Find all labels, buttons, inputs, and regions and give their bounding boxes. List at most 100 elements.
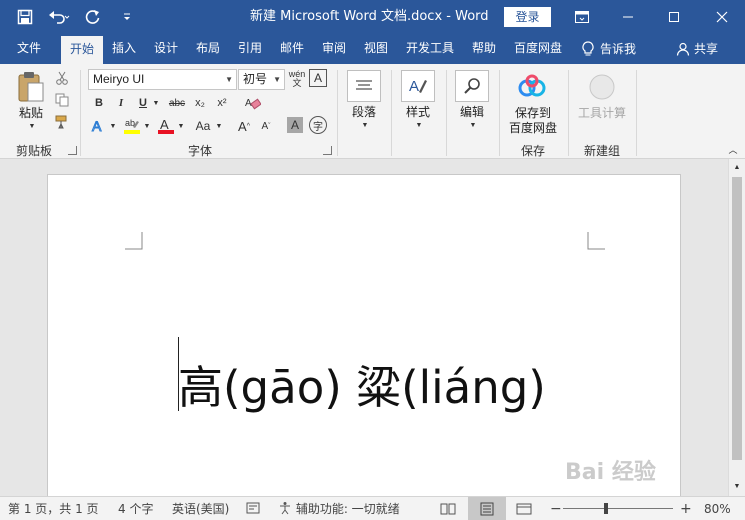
- minimize-button[interactable]: [605, 0, 651, 33]
- customize-qat-button[interactable]: [112, 0, 142, 33]
- superscript-button[interactable]: x²: [213, 94, 231, 112]
- editing-button[interactable]: [455, 70, 489, 102]
- accessibility-label: 辅助功能: 一切就绪: [295, 502, 400, 516]
- close-icon: [716, 11, 728, 22]
- strikethrough-button[interactable]: abc: [166, 94, 188, 112]
- tab-view[interactable]: 视图: [358, 33, 394, 64]
- undo-button[interactable]: [44, 0, 74, 33]
- paste-button[interactable]: [14, 70, 48, 104]
- group-separator: [568, 70, 569, 156]
- font-dialog-launcher[interactable]: [323, 146, 332, 155]
- document-area[interactable]: 高(gāo) 粱(liáng) Bai 经验: [0, 159, 728, 496]
- format-painter-button[interactable]: [54, 114, 70, 130]
- accessibility-checker[interactable]: 辅助功能: 一切就绪: [278, 497, 400, 520]
- underline-button[interactable]: U: [134, 94, 152, 112]
- font-color-dropdown[interactable]: ▼: [176, 120, 186, 132]
- clipboard-dialog-launcher[interactable]: [68, 146, 77, 155]
- ribbon-display-options-button[interactable]: [559, 0, 605, 33]
- tab-references[interactable]: 引用: [232, 33, 268, 64]
- scroll-up-button[interactable]: ▲: [732, 162, 742, 172]
- tool-calc-label: 工具计算: [577, 106, 626, 120]
- zoom-in-button[interactable]: +: [680, 497, 692, 520]
- language-indicator[interactable]: 英语(美国): [172, 497, 229, 520]
- underline-dropdown[interactable]: ▼: [151, 94, 161, 112]
- subscript-button[interactable]: x₂: [191, 94, 209, 112]
- login-button[interactable]: 登录: [504, 7, 551, 27]
- tab-insert[interactable]: 插入: [106, 33, 142, 64]
- maximize-button[interactable]: [651, 0, 697, 33]
- share-button[interactable]: 共享: [676, 33, 718, 64]
- tool-calc-button[interactable]: [587, 72, 617, 102]
- save-button[interactable]: [10, 0, 40, 33]
- document-text[interactable]: 高(gāo) 粱(liáng): [178, 351, 546, 416]
- vertical-scrollbar[interactable]: ▲ ▼: [728, 159, 745, 496]
- save-to-baidu-button[interactable]: [516, 72, 548, 102]
- tab-review[interactable]: 审阅: [316, 33, 352, 64]
- caret-up-icon: ^: [246, 122, 250, 130]
- highlight-dropdown[interactable]: ▼: [142, 120, 152, 132]
- print-layout-button[interactable]: [468, 497, 506, 520]
- zoom-level[interactable]: 80%: [704, 497, 731, 520]
- tab-file[interactable]: 文件: [6, 33, 52, 64]
- scroll-down-button[interactable]: ▼: [732, 481, 742, 491]
- paste-dropdown[interactable]: ▼: [26, 122, 38, 130]
- page-count[interactable]: 第 1 页，共 1 页: [8, 497, 99, 520]
- paragraph-button[interactable]: [347, 70, 381, 102]
- document-page[interactable]: 高(gāo) 粱(liáng): [47, 174, 681, 496]
- font-color-button[interactable]: A: [156, 116, 176, 136]
- char-border-button[interactable]: A: [309, 69, 327, 87]
- redo-button[interactable]: [78, 0, 108, 33]
- zoom-slider[interactable]: [563, 497, 673, 520]
- group-separator: [391, 70, 392, 156]
- minimize-icon: [623, 16, 633, 17]
- styles-button[interactable]: A: [401, 70, 435, 102]
- tab-home[interactable]: 开始: [61, 36, 103, 64]
- zoom-slider-thumb[interactable]: [603, 503, 608, 514]
- cut-button[interactable]: [54, 70, 70, 86]
- change-case-dropdown[interactable]: ▼: [214, 120, 224, 132]
- undo-icon: [49, 10, 70, 24]
- font-size-select[interactable]: 初号 ▼: [238, 69, 285, 90]
- web-layout-button[interactable]: [516, 497, 532, 520]
- tab-mailings[interactable]: 邮件: [274, 33, 310, 64]
- phonetic-guide-button[interactable]: wén 文: [288, 69, 306, 89]
- tab-design[interactable]: 设计: [148, 33, 184, 64]
- enclose-characters-button[interactable]: 字: [309, 116, 327, 134]
- change-case-button[interactable]: Aa: [191, 116, 215, 136]
- macro-recording-button[interactable]: [246, 497, 260, 520]
- paragraph-label: 段落: [351, 105, 376, 119]
- text-effects-button[interactable]: A: [90, 116, 108, 136]
- tab-layout[interactable]: 布局: [190, 33, 226, 64]
- shrink-font-button[interactable]: Aˇ: [258, 116, 274, 136]
- char-shading-button[interactable]: A: [287, 117, 303, 133]
- copy-button[interactable]: [54, 92, 70, 108]
- clear-formatting-button[interactable]: A: [244, 94, 262, 112]
- chevron-down-icon: ▼: [225, 75, 233, 84]
- grow-font-button[interactable]: A ^: [236, 116, 252, 136]
- bold-button[interactable]: B: [90, 94, 108, 112]
- highlight-button[interactable]: ab: [122, 116, 142, 136]
- tell-me-box[interactable]: 告诉我: [582, 33, 636, 64]
- macro-icon: [246, 502, 260, 514]
- paragraph-dropdown[interactable]: ▼: [359, 121, 371, 129]
- tab-developer[interactable]: 开发工具: [400, 33, 460, 64]
- read-mode-button[interactable]: [440, 497, 456, 520]
- close-button[interactable]: [699, 0, 745, 33]
- scrollbar-thumb[interactable]: [732, 177, 742, 460]
- new-group-label: 新建组: [583, 144, 620, 158]
- customize-icon: [124, 13, 130, 20]
- italic-button[interactable]: I: [112, 94, 130, 112]
- clipboard-icon: [18, 72, 44, 102]
- tab-baidu-netdisk[interactable]: 百度网盘: [508, 33, 568, 64]
- zoom-out-button[interactable]: −: [550, 497, 562, 520]
- font-name-select[interactable]: Meiryo UI ▼: [88, 69, 237, 90]
- font-group-label: 字体: [187, 144, 212, 158]
- collapse-ribbon-button[interactable]: ︿: [727, 144, 739, 155]
- tab-help[interactable]: 帮助: [466, 33, 502, 64]
- word-count[interactable]: 4 个字: [118, 497, 153, 520]
- chevron-up-icon: ︿: [728, 144, 738, 155]
- text-effects-dropdown[interactable]: ▼: [108, 120, 118, 132]
- share-label: 共享: [694, 42, 719, 56]
- styles-dropdown[interactable]: ▼: [413, 121, 425, 129]
- editing-dropdown[interactable]: ▼: [467, 121, 479, 129]
